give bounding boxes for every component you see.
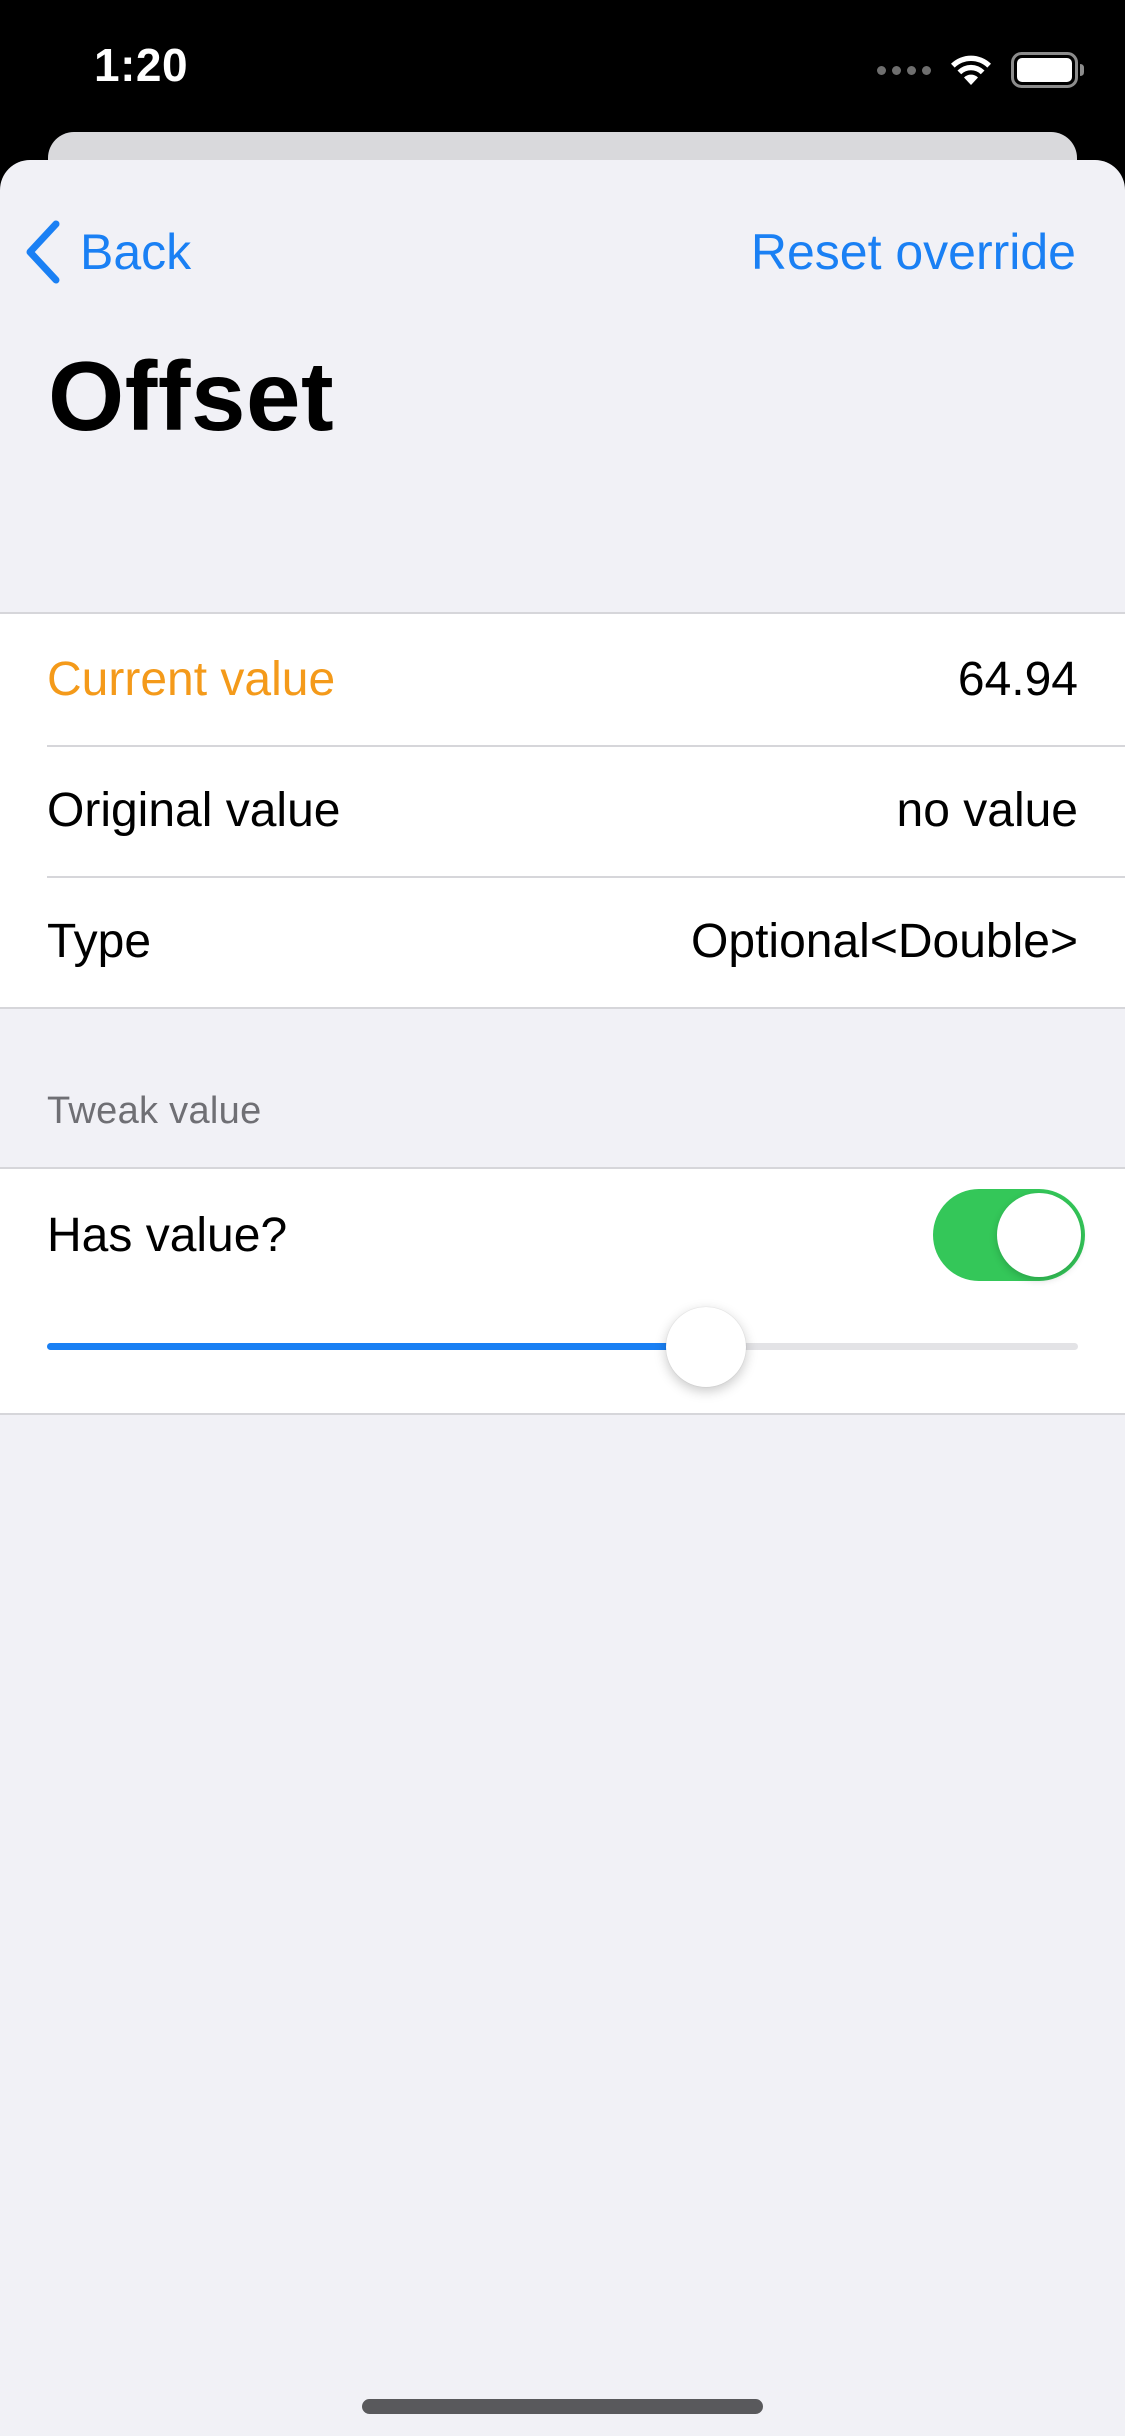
original-value-label: Original value	[47, 784, 341, 837]
slider-fill	[47, 1343, 707, 1350]
current-value-label: Current value	[47, 653, 336, 706]
has-value-toggle[interactable]	[933, 1189, 1085, 1281]
tweak-value-section-header: Tweak value	[47, 1090, 262, 1132]
chevron-left-icon	[26, 220, 60, 284]
type-label: Type	[47, 915, 152, 968]
battery-icon	[1011, 52, 1084, 88]
cellular-signal-icon	[877, 65, 931, 75]
reset-override-button[interactable]: Reset override	[751, 214, 1076, 290]
slider-thumb[interactable]	[666, 1307, 747, 1387]
current-value-value: 64.94	[957, 653, 1078, 706]
has-value-row: Has value?	[47, 1185, 1085, 1285]
screen: 1:20 Back Reset override Offset Current …	[0, 0, 1125, 2436]
status-bar: 1:20	[0, 0, 1125, 132]
toggle-knob	[997, 1193, 1081, 1277]
status-time: 1:20	[94, 39, 189, 91]
back-button[interactable]: Back	[24, 214, 191, 290]
status-indicators	[877, 50, 1085, 90]
type-row: Type Optional<Double>	[0, 876, 1125, 1007]
modal-sheet: Back Reset override Offset Current value…	[0, 160, 1125, 2436]
original-value-value: no value	[896, 784, 1078, 837]
home-indicator	[362, 2399, 763, 2414]
type-value: Optional<Double>	[691, 915, 1078, 968]
original-value-row: Original value no value	[0, 745, 1125, 876]
has-value-label: Has value?	[47, 1208, 288, 1262]
current-value-row: Current value 64.94	[0, 614, 1125, 745]
wifi-icon	[951, 55, 991, 85]
tweak-value-group: Has value?	[0, 1167, 1125, 1415]
back-label: Back	[80, 224, 192, 280]
info-group: Current value 64.94 Original value no va…	[0, 612, 1125, 1009]
value-slider[interactable]	[47, 1307, 1078, 1387]
page-title: Offset	[48, 341, 335, 451]
